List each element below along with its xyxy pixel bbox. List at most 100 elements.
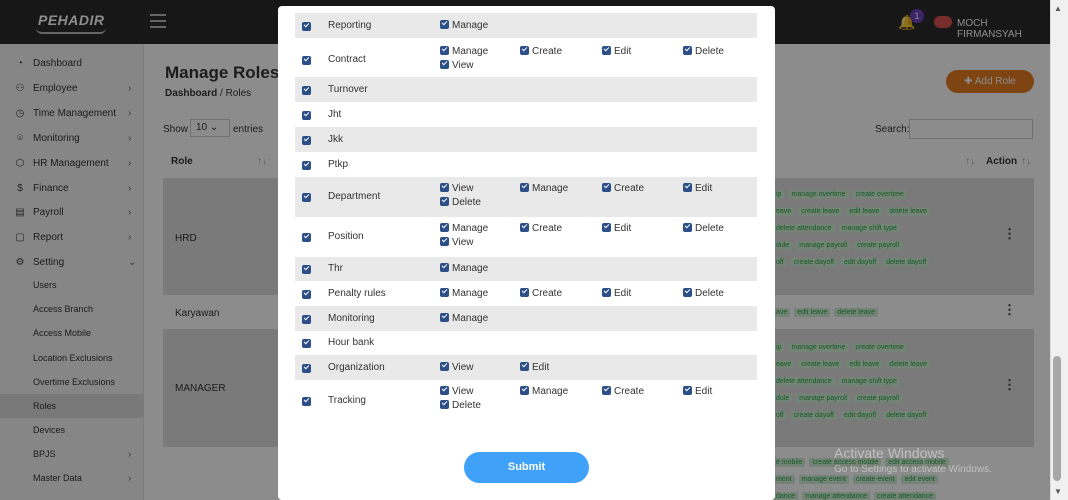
permission-option-delete[interactable]: Delete — [683, 46, 724, 57]
permission-option-delete[interactable]: Delete — [440, 400, 481, 411]
checkbox[interactable] — [520, 183, 529, 192]
option-label: Manage — [532, 386, 569, 397]
permission-name: Reporting — [328, 19, 372, 31]
permission-option-edit[interactable]: Edit — [683, 386, 712, 397]
checkbox[interactable] — [520, 386, 529, 395]
permission-option-manage[interactable]: Manage — [520, 183, 568, 194]
checkbox[interactable] — [602, 223, 611, 232]
permission-name: Ptkp — [328, 158, 349, 170]
permission-option-delete[interactable]: Delete — [440, 197, 481, 208]
permission-option-manage[interactable]: Manage — [440, 312, 489, 324]
option-label: Delete — [695, 46, 724, 57]
permission-option-manage[interactable]: Manage — [440, 287, 488, 299]
checkbox[interactable] — [602, 183, 611, 192]
permission-option-edit[interactable]: Edit — [602, 223, 631, 234]
permission-option-manage[interactable]: Manage — [520, 386, 568, 397]
checkbox[interactable] — [520, 46, 529, 55]
permission-row: Contract Manage Create Edit Delete View — [295, 40, 757, 80]
permission-option-view[interactable]: View — [440, 237, 474, 248]
permission-row: Monitoring Manage — [295, 306, 757, 331]
permission-checkbox[interactable] — [302, 21, 311, 31]
permission-option-delete[interactable]: Delete — [683, 287, 724, 299]
checkbox[interactable] — [440, 263, 449, 272]
checkbox[interactable] — [440, 287, 449, 297]
option-label: Delete — [695, 287, 724, 299]
permission-checkbox[interactable] — [302, 396, 311, 406]
permission-option-create[interactable]: Create — [602, 183, 644, 194]
permission-row: Turnover — [295, 77, 757, 102]
permission-checkbox[interactable] — [302, 233, 311, 242]
option-label: Manage — [452, 19, 489, 31]
permission-option-edit[interactable]: Edit — [602, 46, 631, 57]
scroll-up-icon[interactable]: ▲ — [1054, 4, 1062, 13]
checkbox[interactable] — [602, 287, 611, 297]
permission-option-create[interactable]: Create — [520, 287, 562, 299]
option-label: View — [452, 361, 474, 373]
checkbox[interactable] — [440, 46, 449, 55]
permission-checkbox[interactable] — [302, 289, 311, 299]
permission-option-edit[interactable]: Edit — [520, 361, 549, 373]
permission-checkbox[interactable] — [302, 110, 311, 120]
checkbox[interactable] — [440, 19, 449, 29]
scrollbar-thumb[interactable] — [1053, 356, 1061, 481]
permission-option-view[interactable]: View — [440, 60, 474, 71]
checkbox[interactable] — [440, 197, 449, 206]
activation-watermark-text: Go to Settings to activate Windows. — [834, 464, 992, 475]
permission-option-manage[interactable]: Manage — [440, 19, 489, 31]
permission-option-manage[interactable]: Manage — [440, 46, 488, 57]
option-label: Create — [532, 223, 563, 234]
permission-name: Position — [328, 231, 364, 242]
checkbox[interactable] — [683, 46, 692, 55]
permission-option-manage[interactable]: Manage — [440, 263, 488, 274]
permission-option-view[interactable]: View — [440, 386, 474, 397]
permission-option-create[interactable]: Create — [520, 223, 562, 234]
option-label: View — [452, 183, 474, 194]
permission-checkbox[interactable] — [302, 56, 311, 65]
permission-option-edit[interactable]: Edit — [602, 287, 631, 299]
checkbox[interactable] — [602, 46, 611, 55]
permission-checkbox[interactable] — [302, 160, 311, 170]
option-label: Manage — [452, 312, 489, 324]
checkbox[interactable] — [440, 361, 449, 371]
permission-checkbox[interactable] — [302, 85, 311, 95]
checkbox[interactable] — [440, 312, 449, 322]
checkbox[interactable] — [683, 223, 692, 232]
permission-checkbox[interactable] — [302, 339, 311, 348]
permission-option-create[interactable]: Create — [602, 386, 644, 397]
permission-option-view[interactable]: View — [440, 361, 474, 373]
permission-option-delete[interactable]: Delete — [683, 223, 724, 234]
permission-row: Reporting Manage — [295, 13, 757, 38]
permission-checkbox[interactable] — [302, 363, 311, 373]
checkbox[interactable] — [440, 223, 449, 232]
checkbox[interactable] — [440, 400, 449, 409]
checkbox[interactable] — [520, 223, 529, 232]
permission-option-create[interactable]: Create — [520, 46, 562, 57]
permission-name: Penalty rules — [328, 287, 386, 299]
permission-option-manage[interactable]: Manage — [440, 223, 488, 234]
permission-row: Jht — [295, 102, 757, 127]
checkbox[interactable] — [602, 386, 611, 395]
checkbox[interactable] — [683, 386, 692, 395]
permission-option-view[interactable]: View — [440, 183, 474, 194]
permission-name: Jht — [328, 108, 342, 120]
permission-row: Penalty rules Manage Create Edit Delete — [295, 281, 757, 306]
checkbox[interactable] — [440, 386, 449, 395]
option-label: Edit — [614, 223, 632, 234]
checkbox[interactable] — [520, 361, 529, 371]
checkbox[interactable] — [440, 183, 449, 192]
option-label: Delete — [695, 223, 724, 234]
checkbox[interactable] — [683, 287, 692, 297]
checkbox[interactable] — [440, 237, 449, 246]
checkbox[interactable] — [520, 287, 529, 297]
permission-checkbox[interactable] — [302, 265, 311, 274]
option-label: Edit — [695, 183, 713, 194]
permission-checkbox[interactable] — [302, 193, 311, 202]
submit-button[interactable]: Submit — [464, 452, 589, 483]
permission-option-edit[interactable]: Edit — [683, 183, 712, 194]
permission-checkbox[interactable] — [302, 135, 311, 145]
checkbox[interactable] — [440, 60, 449, 69]
permission-checkbox[interactable] — [302, 314, 311, 324]
checkbox[interactable] — [683, 183, 692, 192]
scroll-down-icon[interactable]: ▼ — [1054, 487, 1062, 496]
option-label: View — [452, 60, 474, 71]
